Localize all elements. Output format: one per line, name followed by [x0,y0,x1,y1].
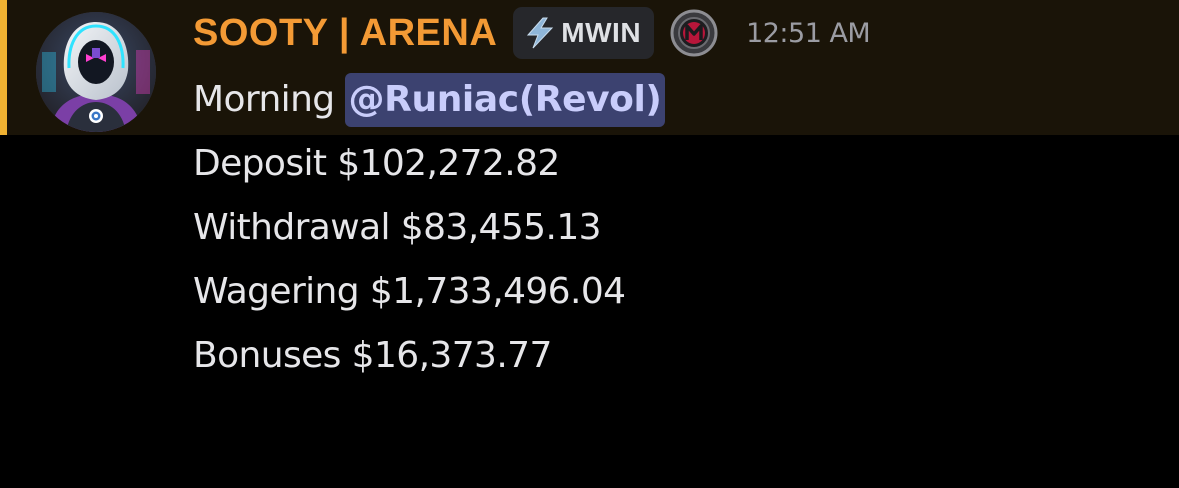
message-line-wagering: Wagering $1,733,496.04 [193,271,626,312]
m-logo-badge-icon[interactable] [670,9,718,57]
user-mention[interactable]: @Runiac(Revol) [344,73,666,127]
server-tag-badge[interactable]: MWIN [513,7,655,59]
avatar[interactable] [36,12,156,132]
message-line-bonuses: Bonuses $16,373.77 [193,335,552,376]
message-header: SOOTY | ARENA MWIN 12:51 AM [193,5,871,61]
message-timestamp[interactable]: 12:51 AM [746,18,871,49]
username[interactable]: SOOTY | ARENA [193,12,497,55]
chat-message: SOOTY | ARENA MWIN 12:51 AM Morning @Runi… [0,0,1179,488]
greeting-text: Morning [193,79,335,120]
message-line-deposit: Deposit $102,272.82 [193,143,560,184]
message-line-withdrawal: Withdrawal $83,455.13 [193,207,602,248]
server-tag-label: MWIN [561,17,642,48]
message-line-greeting: Morning @Runiac(Revol) [193,68,666,132]
mention-highlight-bar [0,0,7,135]
lightning-bolt-icon [523,16,557,50]
message-content: Morning @Runiac(Revol) Deposit $102,272.8… [193,68,666,388]
